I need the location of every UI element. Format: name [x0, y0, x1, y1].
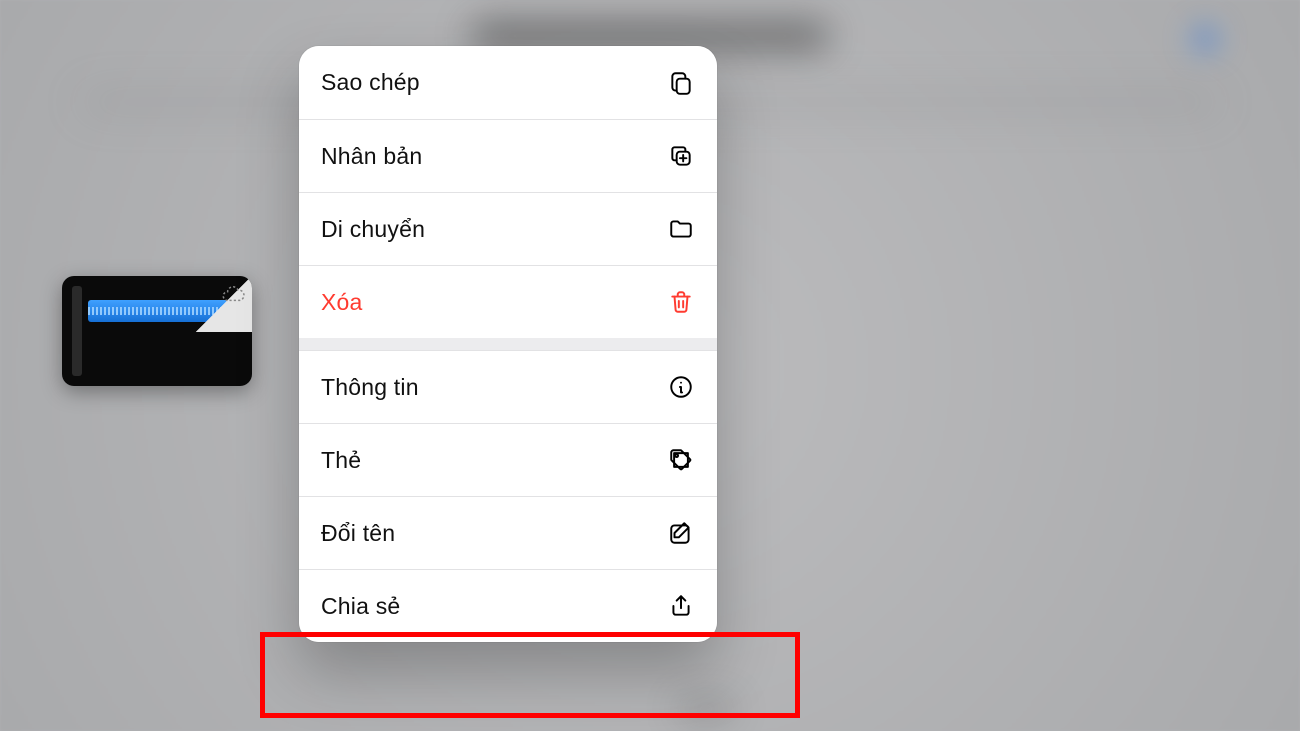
tag-icon [667, 446, 695, 474]
duplicate-icon [667, 142, 695, 170]
copy-icon [667, 69, 695, 97]
menu-item-label: Đổi tên [321, 520, 395, 547]
menu-item-label: Thẻ [321, 447, 361, 474]
duplicate-item[interactable]: Nhân bản [299, 119, 717, 192]
menu-separator [299, 338, 717, 350]
context-menu: Sao chép Nhân bản Di chuyển Xóa [299, 46, 717, 642]
menu-item-label: Sao chép [321, 69, 420, 96]
thumbnail-sidebar [72, 286, 82, 376]
blurred-footer [676, 699, 736, 719]
tags-item[interactable]: Thẻ [299, 423, 717, 496]
menu-item-label: Nhân bản [321, 143, 422, 170]
edit-icon [667, 519, 695, 547]
menu-item-label: Thông tin [321, 374, 419, 401]
info-item[interactable]: Thông tin [299, 350, 717, 423]
rename-item[interactable]: Đổi tên [299, 496, 717, 569]
copy-item[interactable]: Sao chép [299, 46, 717, 119]
menu-item-label: Xóa [321, 289, 363, 316]
folder-icon [667, 215, 695, 243]
delete-item[interactable]: Xóa [299, 265, 717, 338]
share-icon [667, 592, 695, 620]
cloud-download-icon [220, 282, 246, 302]
info-icon [667, 373, 695, 401]
share-item[interactable]: Chia sẻ [299, 569, 717, 642]
menu-item-label: Chia sẻ [321, 593, 400, 620]
project-thumbnail[interactable] [62, 276, 252, 386]
trash-icon [667, 288, 695, 316]
menu-item-label: Di chuyển [321, 216, 425, 243]
move-item[interactable]: Di chuyển [299, 192, 717, 265]
blurred-action [1190, 24, 1220, 54]
